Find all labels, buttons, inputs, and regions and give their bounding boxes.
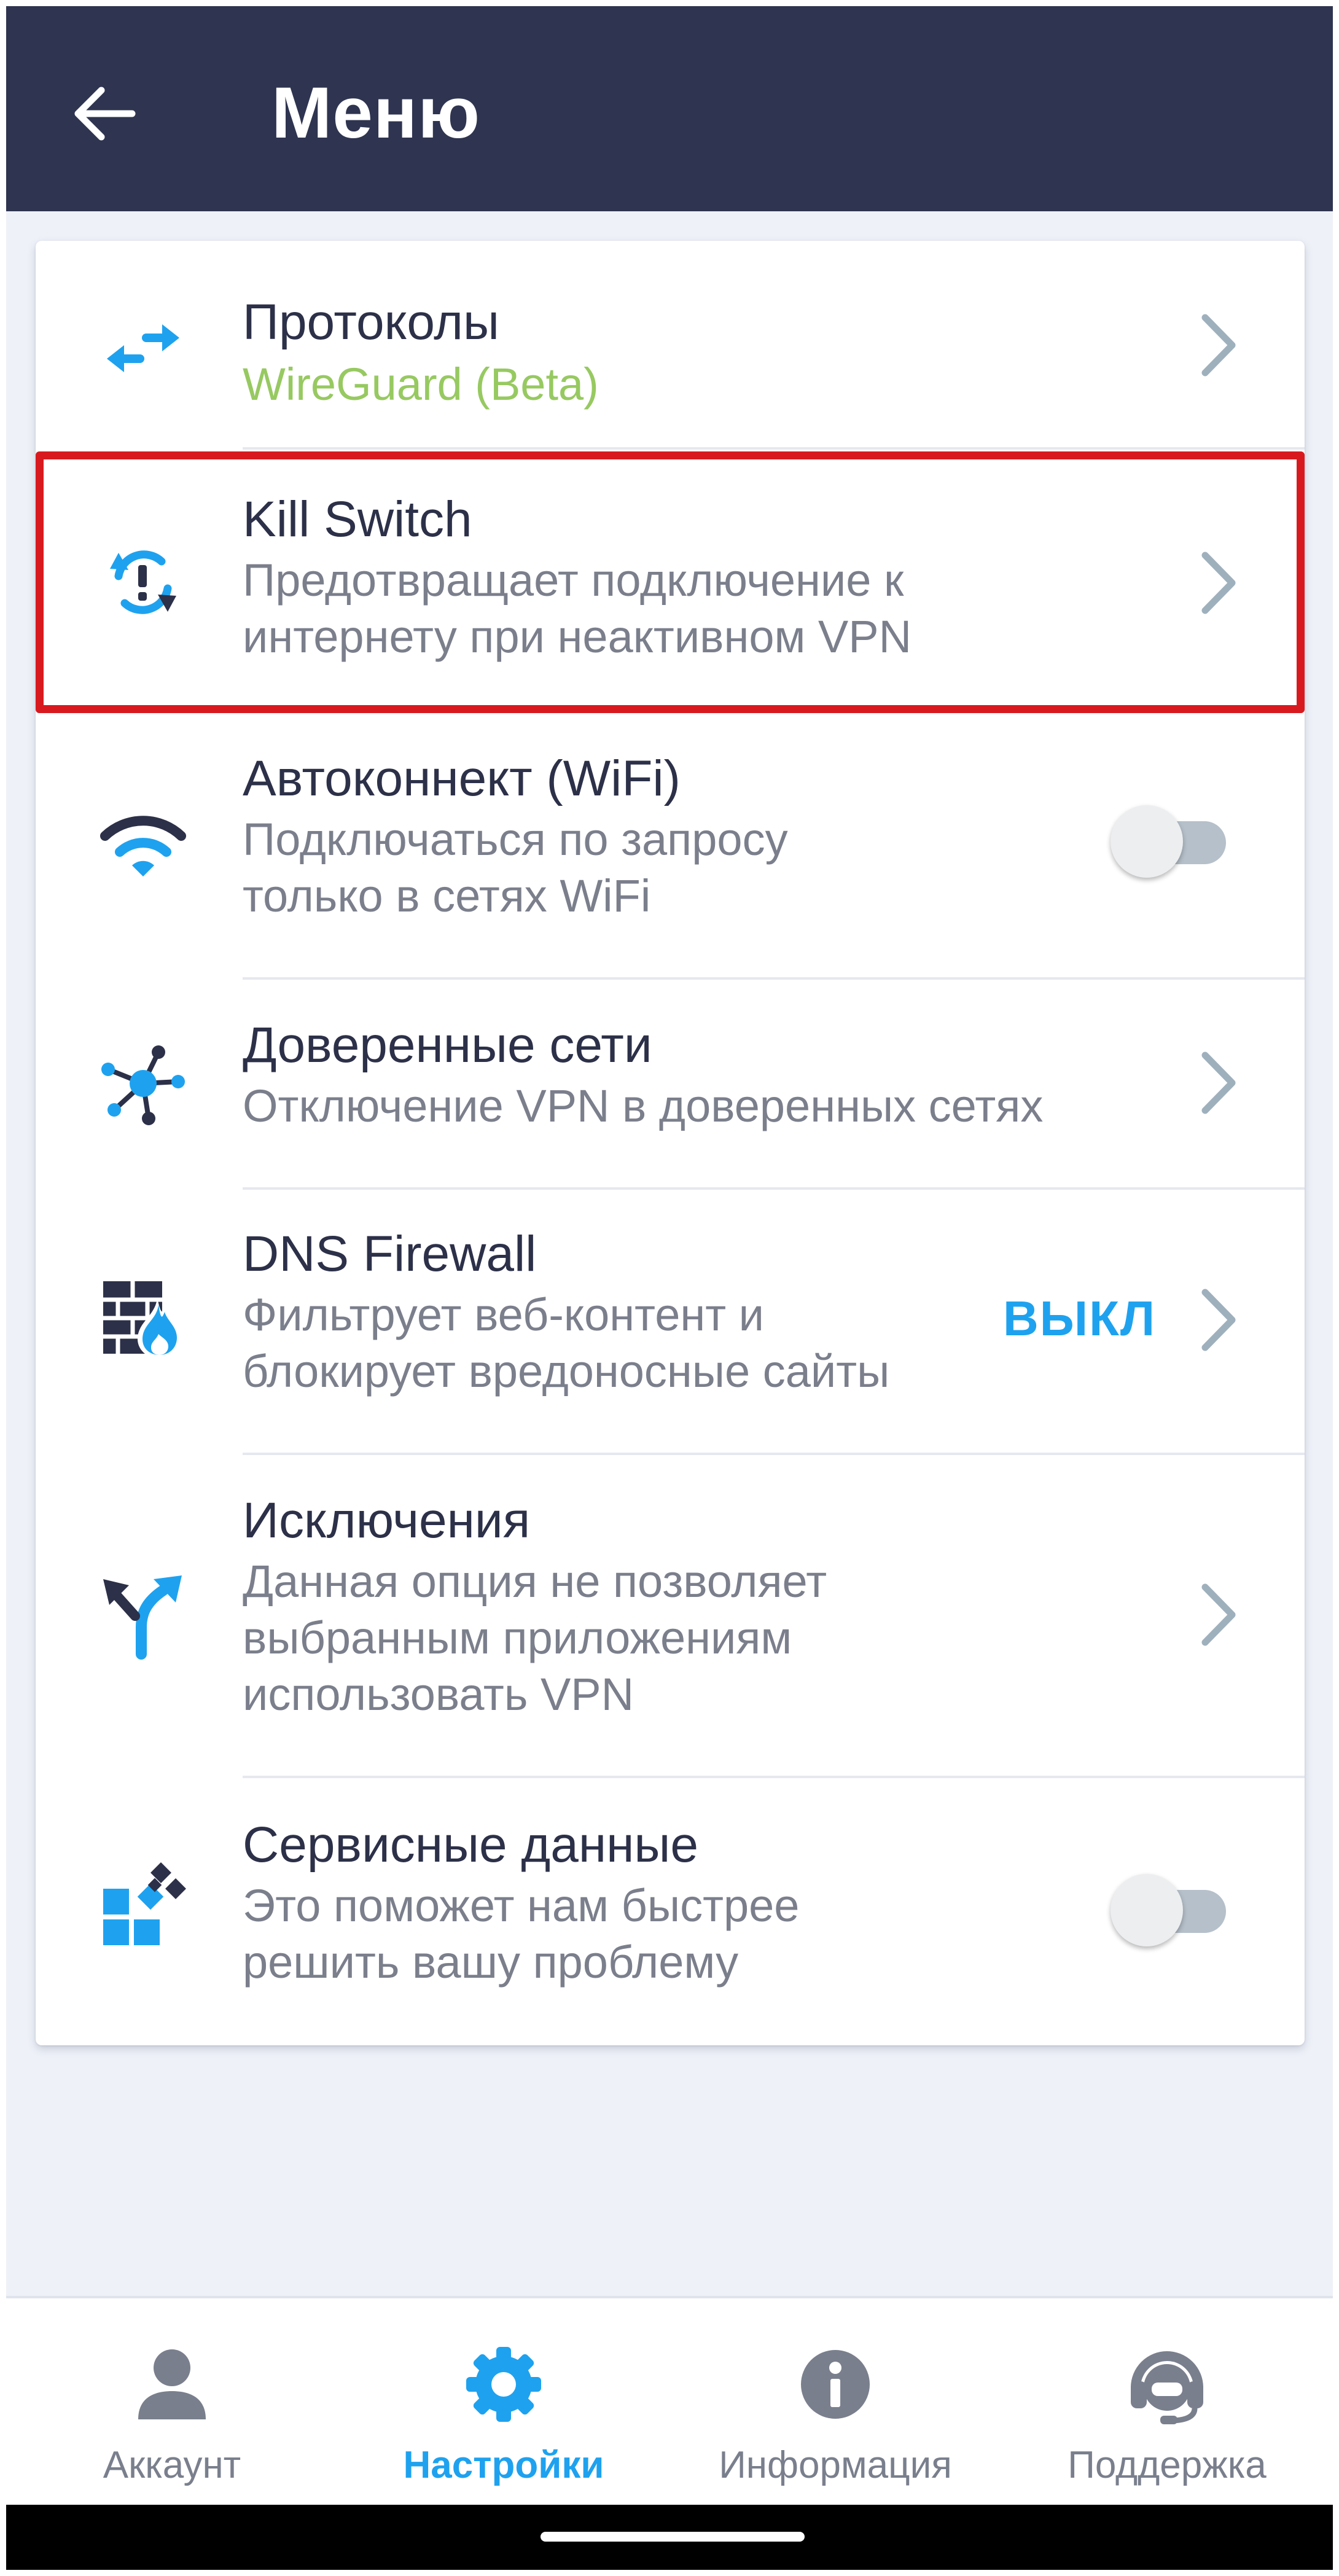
person-icon — [129, 2341, 215, 2427]
split-arrows-icon — [97, 1568, 189, 1660]
chevron-right-icon — [1190, 302, 1246, 388]
chevron-right-icon — [1190, 1040, 1246, 1126]
nav-settings[interactable]: Настройки — [338, 2298, 670, 2507]
menu-item-dns-firewall[interactable]: DNS Firewall Фильтрует веб-контент и бло… — [36, 1190, 1305, 1453]
info-icon — [792, 2341, 878, 2427]
exclusions-subtitle-3: использовать VPN — [243, 1669, 634, 1720]
bottom-navigation: Аккаунт Настройки Информация Поддержка — [6, 2296, 1333, 2505]
divider — [243, 447, 1305, 450]
nav-account-label: Аккаунт — [103, 2444, 241, 2486]
service-data-subtitle-2: решить вашу проблему — [243, 1937, 739, 1988]
toggle-knob — [1111, 805, 1183, 878]
wifi-icon — [97, 799, 189, 891]
nav-account[interactable]: Аккаунт — [6, 2298, 338, 2507]
exclusions-subtitle-2: выбранным приложениям — [243, 1612, 792, 1663]
service-data-subtitle-1: Это поможет нам быстрее — [243, 1880, 800, 1931]
dns-firewall-subtitle-2: блокирует вредоносные сайты — [243, 1346, 890, 1397]
autoconnect-toggle[interactable] — [1111, 800, 1233, 878]
app-header: Меню — [6, 6, 1333, 211]
menu-item-exclusions[interactable]: Исключения Данная опция не позволяет выб… — [36, 1455, 1305, 1776]
dns-firewall-subtitle-1: Фильтрует веб-контент и — [243, 1289, 765, 1340]
kill-switch-subtitle-2: интернету при неактивном VPN — [243, 611, 912, 662]
nav-support-label: Поддержка — [1068, 2444, 1267, 2486]
autoconnect-subtitle-2: только в сетях WiFi — [243, 870, 651, 921]
firewall-icon — [97, 1273, 189, 1365]
dns-firewall-status: ВЫКЛ — [1003, 1291, 1157, 1346]
exclusions-subtitle-1: Данная опция не позволяет — [243, 1556, 827, 1607]
home-indicator[interactable] — [541, 2532, 805, 2542]
swap-arrows-icon — [97, 302, 189, 394]
autoconnect-subtitle-1: Подключаться по запросу — [243, 814, 788, 865]
back-button[interactable] — [64, 74, 144, 154]
network-hub-icon — [97, 1037, 189, 1130]
nav-support[interactable]: Поддержка — [1001, 2298, 1333, 2507]
sync-alert-icon — [97, 536, 189, 628]
kill-switch-subtitle-1: Предотвращает подключение к — [243, 555, 904, 606]
chevron-right-icon — [1190, 540, 1246, 626]
arrow-left-icon — [74, 87, 136, 141]
protocols-value: WireGuard (Beta) — [243, 359, 599, 410]
headset-icon — [1124, 2341, 1210, 2427]
menu-item-autoconnect[interactable]: Автоконнект (WiFi) Подключаться по запро… — [36, 713, 1305, 977]
trusted-networks-title: Доверенные сети — [243, 1017, 652, 1073]
settings-menu-card: Протоколы WireGuard (Beta) Kill Switch П — [36, 241, 1305, 2045]
gear-icon — [461, 2341, 547, 2427]
protocols-title: Протоколы — [243, 294, 499, 350]
menu-item-protocols[interactable]: Протоколы WireGuard (Beta) — [36, 241, 1305, 450]
exclusions-title: Исключения — [243, 1493, 531, 1548]
nav-info[interactable]: Информация — [670, 2298, 1001, 2507]
system-nav-bar — [6, 2505, 1333, 2570]
autoconnect-title: Автоконнект (WiFi) — [243, 751, 681, 806]
toggle-knob — [1111, 1874, 1183, 1946]
menu-item-kill-switch[interactable]: Kill Switch Предотвращает подключение к … — [36, 451, 1305, 713]
service-data-toggle[interactable] — [1111, 1869, 1233, 1946]
trusted-networks-subtitle: Отключение VPN в доверенных сетях — [243, 1080, 1044, 1131]
dns-firewall-title: DNS Firewall — [243, 1226, 537, 1282]
service-data-title: Сервисные данные — [243, 1817, 698, 1873]
menu-item-trusted-networks[interactable]: Доверенные сети Отключение VPN в доверен… — [36, 980, 1305, 1187]
nav-settings-label: Настройки — [403, 2444, 604, 2486]
chevron-right-icon — [1190, 1572, 1246, 1658]
app-screen: Меню Протоколы WireGuard (Beta) Kill Swi… — [6, 6, 1333, 2570]
menu-item-service-data[interactable]: Сервисные данные Это поможет нам быстрее… — [36, 1778, 1305, 2045]
page-title: Меню — [271, 72, 480, 154]
chevron-right-icon — [1190, 1277, 1246, 1363]
widgets-icon — [97, 1857, 189, 1949]
nav-info-label: Информация — [719, 2444, 952, 2486]
kill-switch-title: Kill Switch — [243, 491, 472, 547]
